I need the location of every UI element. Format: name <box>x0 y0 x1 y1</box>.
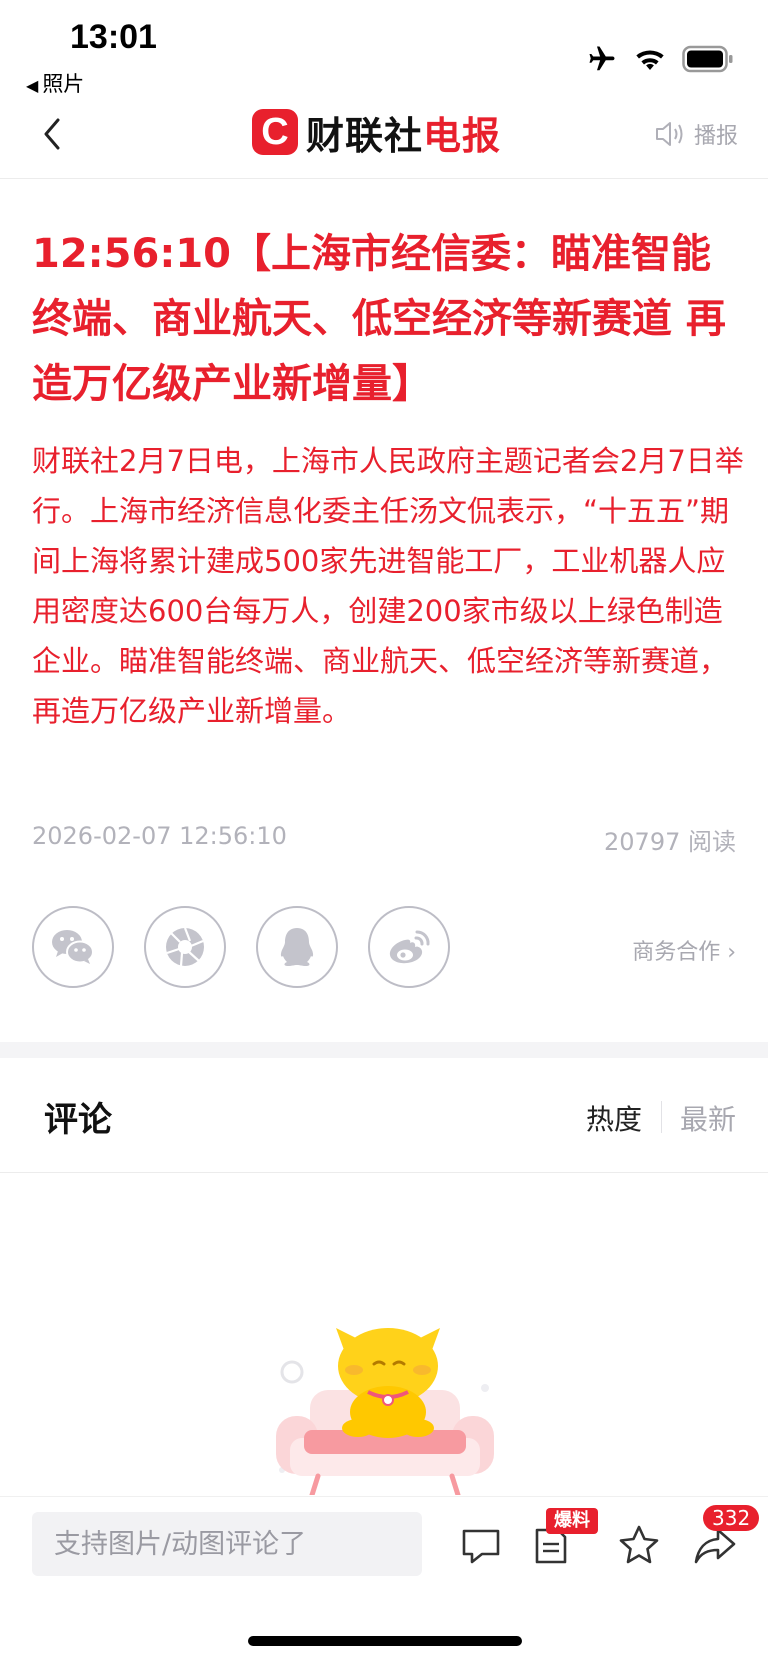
battery-icon <box>682 45 733 73</box>
back-to-app-link[interactable]: ◀ 照片 <box>26 68 84 98</box>
comment-bubble-icon <box>462 1529 500 1564</box>
section-gap <box>0 1042 768 1058</box>
logo-text-red: 电报 <box>423 113 502 158</box>
article-body: 财联社2月7日电，上海市人民政府主题记者会2月7日举行。上海市经济信息化委主任汤… <box>32 444 744 728</box>
broadcast-label: 播报 <box>693 124 738 149</box>
tip-off-badge: 爆料 <box>546 1508 598 1534</box>
weibo-icon <box>389 930 430 964</box>
share-weibo-button[interactable] <box>368 906 450 988</box>
share-wechat-button[interactable] <box>32 906 114 988</box>
sort-separator <box>661 1101 662 1133</box>
qq-icon <box>280 928 314 966</box>
comments-divider <box>0 1172 768 1173</box>
comment-input[interactable] <box>32 1512 422 1576</box>
wifi-icon <box>636 50 664 71</box>
back-button[interactable] <box>32 106 72 162</box>
broadcast-button[interactable]: 播报 <box>654 112 738 156</box>
back-app-label: 照片 <box>42 72 85 96</box>
logo-text: 财联社电报 <box>306 105 501 160</box>
comments-title: 评论 <box>44 1100 112 1140</box>
share-moments-button[interactable] <box>144 906 226 988</box>
moments-icon <box>166 927 204 967</box>
star-icon <box>619 1525 659 1564</box>
sort-new-tab[interactable]: 最新 <box>680 1098 736 1138</box>
business-cooperation-link[interactable]: 商务合作 › <box>632 934 736 966</box>
share-row <box>32 906 450 988</box>
airplane-icon <box>589 46 615 71</box>
sort-hot-tab[interactable]: 热度 <box>586 1098 642 1138</box>
status-icons <box>586 42 734 76</box>
empty-comments-illustration <box>276 1328 494 1495</box>
nav-divider <box>0 178 768 179</box>
share-qq-button[interactable] <box>256 906 338 988</box>
chevron-left-icon <box>44 118 60 150</box>
status-time: 13:01 <box>70 18 157 56</box>
article-datetime: 2026-02-07 12:56:10 <box>32 822 287 850</box>
share-count-badge: 332 <box>703 1505 760 1531</box>
app-logo: C 财联社电报 <box>252 106 501 158</box>
favorite-button[interactable] <box>616 1522 662 1568</box>
article-headline: 12:56:10【上海市经信委：瞄准智能终端、商业航天、低空经济等新赛道 再造万… <box>32 231 726 407</box>
read-count: 20797 阅读 <box>604 828 736 856</box>
wechat-icon <box>52 930 94 964</box>
logo-mark: C <box>252 109 298 155</box>
home-indicator <box>248 1636 522 1646</box>
logo-text-black: 财联社 <box>306 113 424 158</box>
back-triangle-icon: ◀ <box>26 76 39 95</box>
comment-button[interactable] <box>458 1522 504 1568</box>
speaker-icon <box>655 122 683 146</box>
